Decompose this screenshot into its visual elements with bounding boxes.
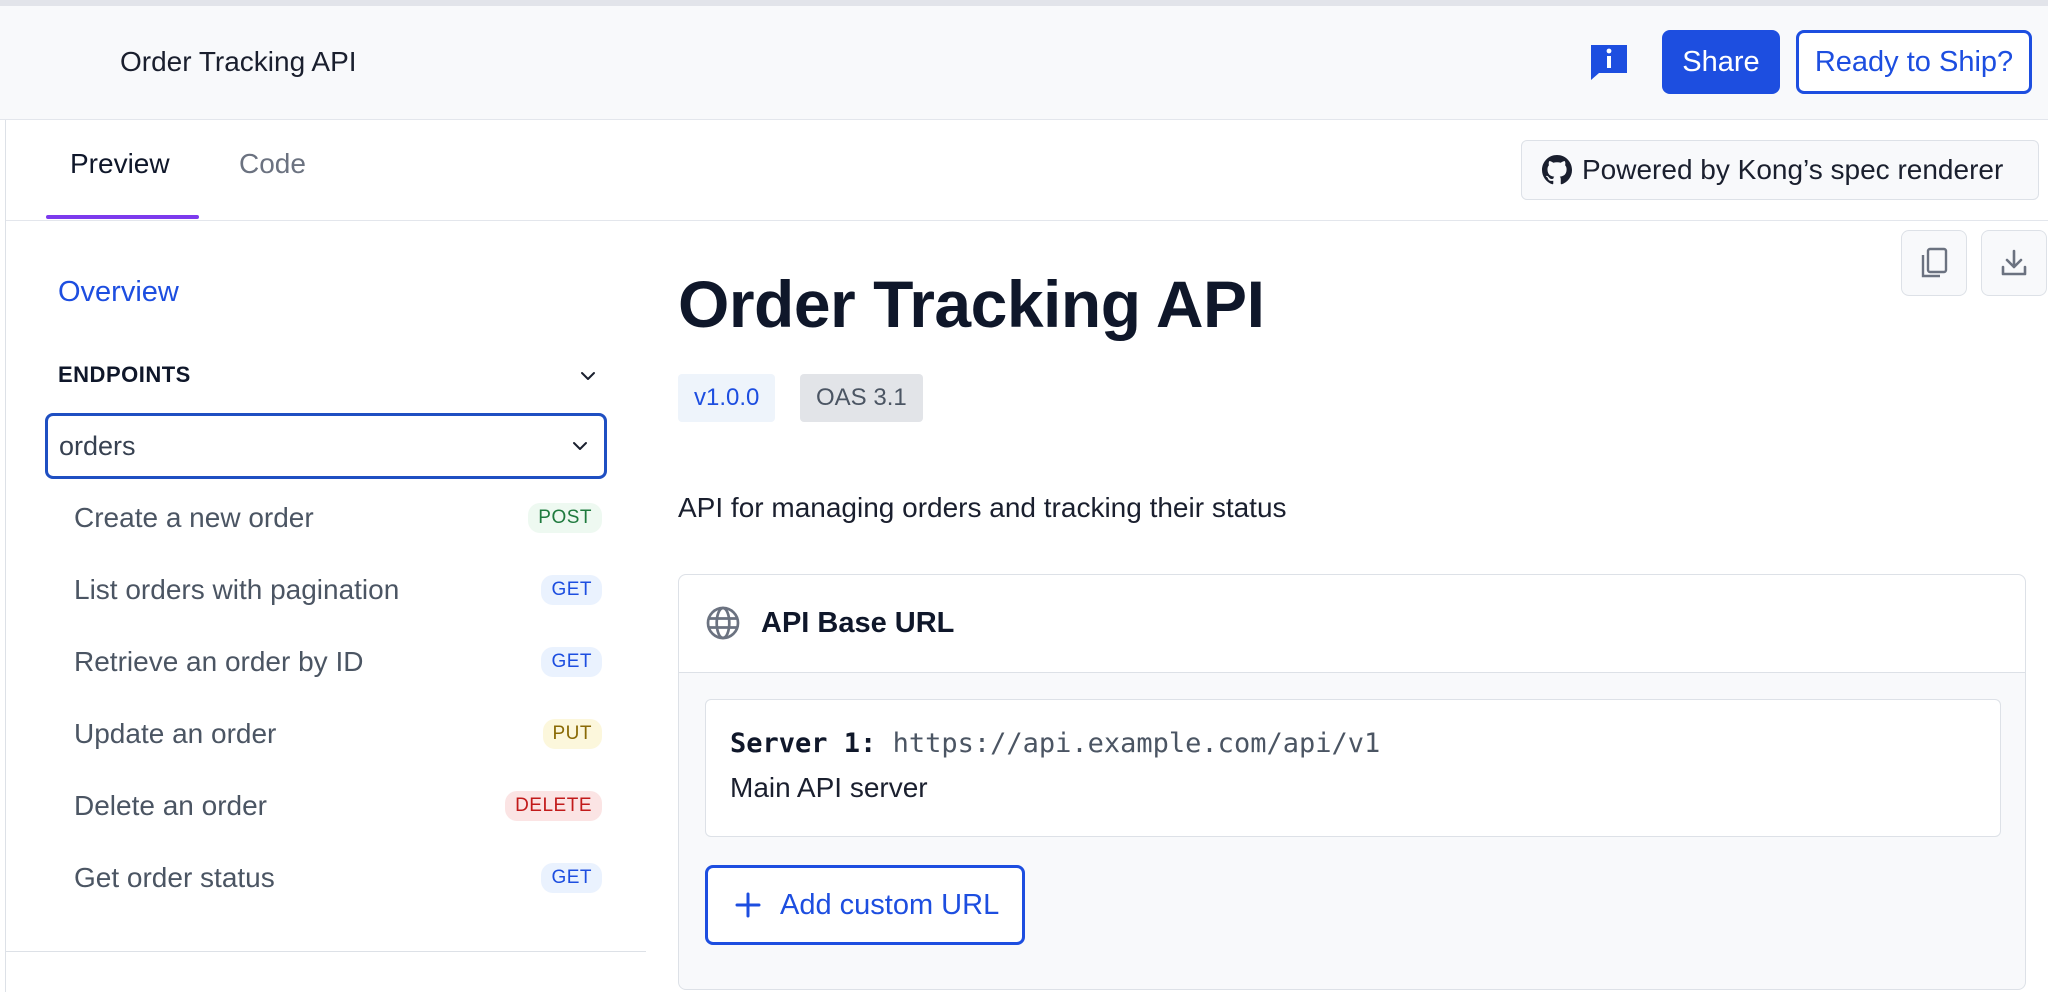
endpoint-label: Retrieve an order by ID bbox=[74, 646, 364, 677]
copy-icon bbox=[1921, 247, 1948, 278]
server-entry: Server 1: https://api.example.com/api/v1… bbox=[705, 699, 2001, 837]
kong-renderer-label: Powered by Kong’s spec renderer bbox=[1582, 154, 2004, 185]
tabs-bar: Preview Code Powered by Kong’s spec rend… bbox=[6, 120, 2048, 221]
sidebar-item-create-order[interactable]: Create a new order POST bbox=[74, 498, 602, 538]
endpoint-label: Delete an order bbox=[74, 790, 268, 821]
server-line: Server 1: https://api.example.com/api/v1 bbox=[730, 728, 1380, 759]
tab-code[interactable]: Code bbox=[239, 148, 306, 180]
endpoint-label: Create a new order bbox=[74, 502, 314, 533]
download-button[interactable] bbox=[1981, 230, 2047, 296]
add-custom-url-button[interactable]: Add custom URL bbox=[705, 865, 1025, 945]
chevron-down-icon bbox=[581, 372, 595, 380]
app-header: Order Tracking API Share Ready to Ship? bbox=[0, 6, 2048, 120]
api-description: API for managing orders and tracking the… bbox=[678, 492, 1287, 523]
download-icon bbox=[2001, 249, 2027, 276]
endpoints-heading: ENDPOINTS bbox=[58, 362, 191, 387]
globe-icon bbox=[706, 606, 740, 640]
server-url[interactable]: https://api.example.com/api/v1 bbox=[893, 728, 1381, 759]
ready-to-ship-button[interactable]: Ready to Ship? bbox=[1796, 30, 2032, 94]
method-badge: DELETE bbox=[505, 791, 602, 821]
method-badge: GET bbox=[541, 575, 602, 605]
sidebar-overview-link[interactable]: Overview bbox=[58, 276, 179, 309]
github-icon bbox=[1542, 155, 1572, 185]
main-content: Order Tracking API v1.0.0 OAS 3.1 API fo… bbox=[678, 222, 2048, 992]
method-badge: PUT bbox=[542, 719, 602, 749]
method-badge: POST bbox=[528, 503, 602, 533]
endpoint-group-orders[interactable]: orders bbox=[45, 413, 607, 479]
share-button[interactable]: Share bbox=[1662, 30, 1780, 94]
api-base-url-title: API Base URL bbox=[761, 607, 955, 639]
api-base-url-header: API Base URL bbox=[679, 575, 2025, 673]
add-custom-url-label: Add custom URL bbox=[780, 888, 1000, 921]
sidebar-item-delete-order[interactable]: Delete an order DELETE bbox=[74, 786, 602, 826]
plus-icon bbox=[735, 892, 761, 918]
endpoint-group-label: orders bbox=[59, 431, 136, 461]
sidebar-item-update-order[interactable]: Update an order PUT bbox=[74, 714, 602, 754]
info-icon bbox=[1591, 45, 1627, 80]
tab-preview[interactable]: Preview bbox=[70, 148, 170, 180]
kong-renderer-link[interactable]: Powered by Kong’s spec renderer bbox=[1521, 140, 2039, 200]
sidebar-item-retrieve-order[interactable]: Retrieve an order by ID GET bbox=[74, 642, 602, 682]
chevron-down-icon bbox=[573, 442, 587, 450]
sidebar-item-list-orders[interactable]: List orders with pagination GET bbox=[74, 570, 602, 610]
server-label: Server 1: bbox=[730, 728, 877, 759]
method-badge: GET bbox=[541, 863, 602, 893]
endpoint-label: Get order status bbox=[74, 862, 275, 893]
api-base-url-card: API Base URL Server 1: https://api.examp… bbox=[678, 574, 2026, 990]
page-title: Order Tracking API bbox=[678, 267, 1265, 341]
endpoint-label: Update an order bbox=[74, 718, 277, 749]
sidebar: Overview ENDPOINTS orders Create a new o… bbox=[6, 222, 646, 952]
method-badge: GET bbox=[541, 647, 602, 677]
version-badge: v1.0.0 bbox=[678, 374, 776, 422]
info-button[interactable] bbox=[1588, 42, 1630, 82]
app-title: Order Tracking API bbox=[120, 46, 357, 77]
oas-version-badge: OAS 3.1 bbox=[800, 374, 923, 422]
active-tab-indicator bbox=[46, 215, 199, 219]
copy-button[interactable] bbox=[1901, 230, 1967, 296]
endpoint-label: List orders with pagination bbox=[74, 574, 400, 605]
server-description: Main API server bbox=[730, 772, 928, 803]
endpoints-section-toggle[interactable]: ENDPOINTS bbox=[58, 362, 598, 394]
sidebar-item-order-status[interactable]: Get order status GET bbox=[74, 858, 602, 898]
